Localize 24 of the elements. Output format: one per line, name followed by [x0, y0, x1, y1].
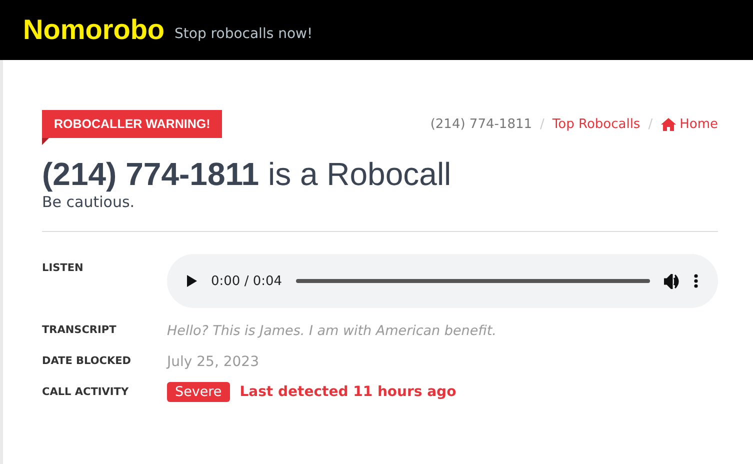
detail-label: CALL ACTIVITY	[42, 385, 130, 398]
page-heading: (214) 774-1811 is a Robocall	[42, 156, 452, 193]
detail-label: LISTEN	[42, 261, 84, 274]
home-link[interactable]: Home	[660, 116, 718, 132]
breadcrumb-separator: /	[540, 116, 544, 132]
logo-text[interactable]: Nomorobo	[23, 14, 165, 46]
breadcrumb-current: (214) 774-1811	[430, 116, 532, 132]
last-detected-text: Last detected 11 hours ago	[240, 384, 456, 400]
detail-label: DATE BLOCKED	[42, 354, 132, 367]
more-options-icon[interactable]	[694, 274, 698, 288]
breadcrumb-link[interactable]: Top Robocalls	[552, 116, 640, 132]
tagline: Stop robocalls now!	[174, 26, 313, 42]
badge-notch	[42, 138, 49, 145]
audio-time: 0:00 / 0:04	[211, 274, 282, 288]
home-icon	[660, 118, 676, 130]
subtitle: Be cautious.	[42, 193, 136, 211]
breadcrumb-separator: /	[648, 116, 653, 132]
audio-player[interactable]: 0:00 / 0:04	[167, 254, 718, 308]
transcript-text: Hello? This is James. I am with American benefit.	[167, 323, 496, 339]
date-value: July 25, 2023	[167, 354, 259, 370]
detail-label: TRANSCRIPT	[42, 323, 118, 336]
play-icon[interactable]	[187, 275, 197, 287]
volume-icon[interactable]	[664, 274, 680, 288]
severity-tag: Severe	[167, 382, 230, 402]
